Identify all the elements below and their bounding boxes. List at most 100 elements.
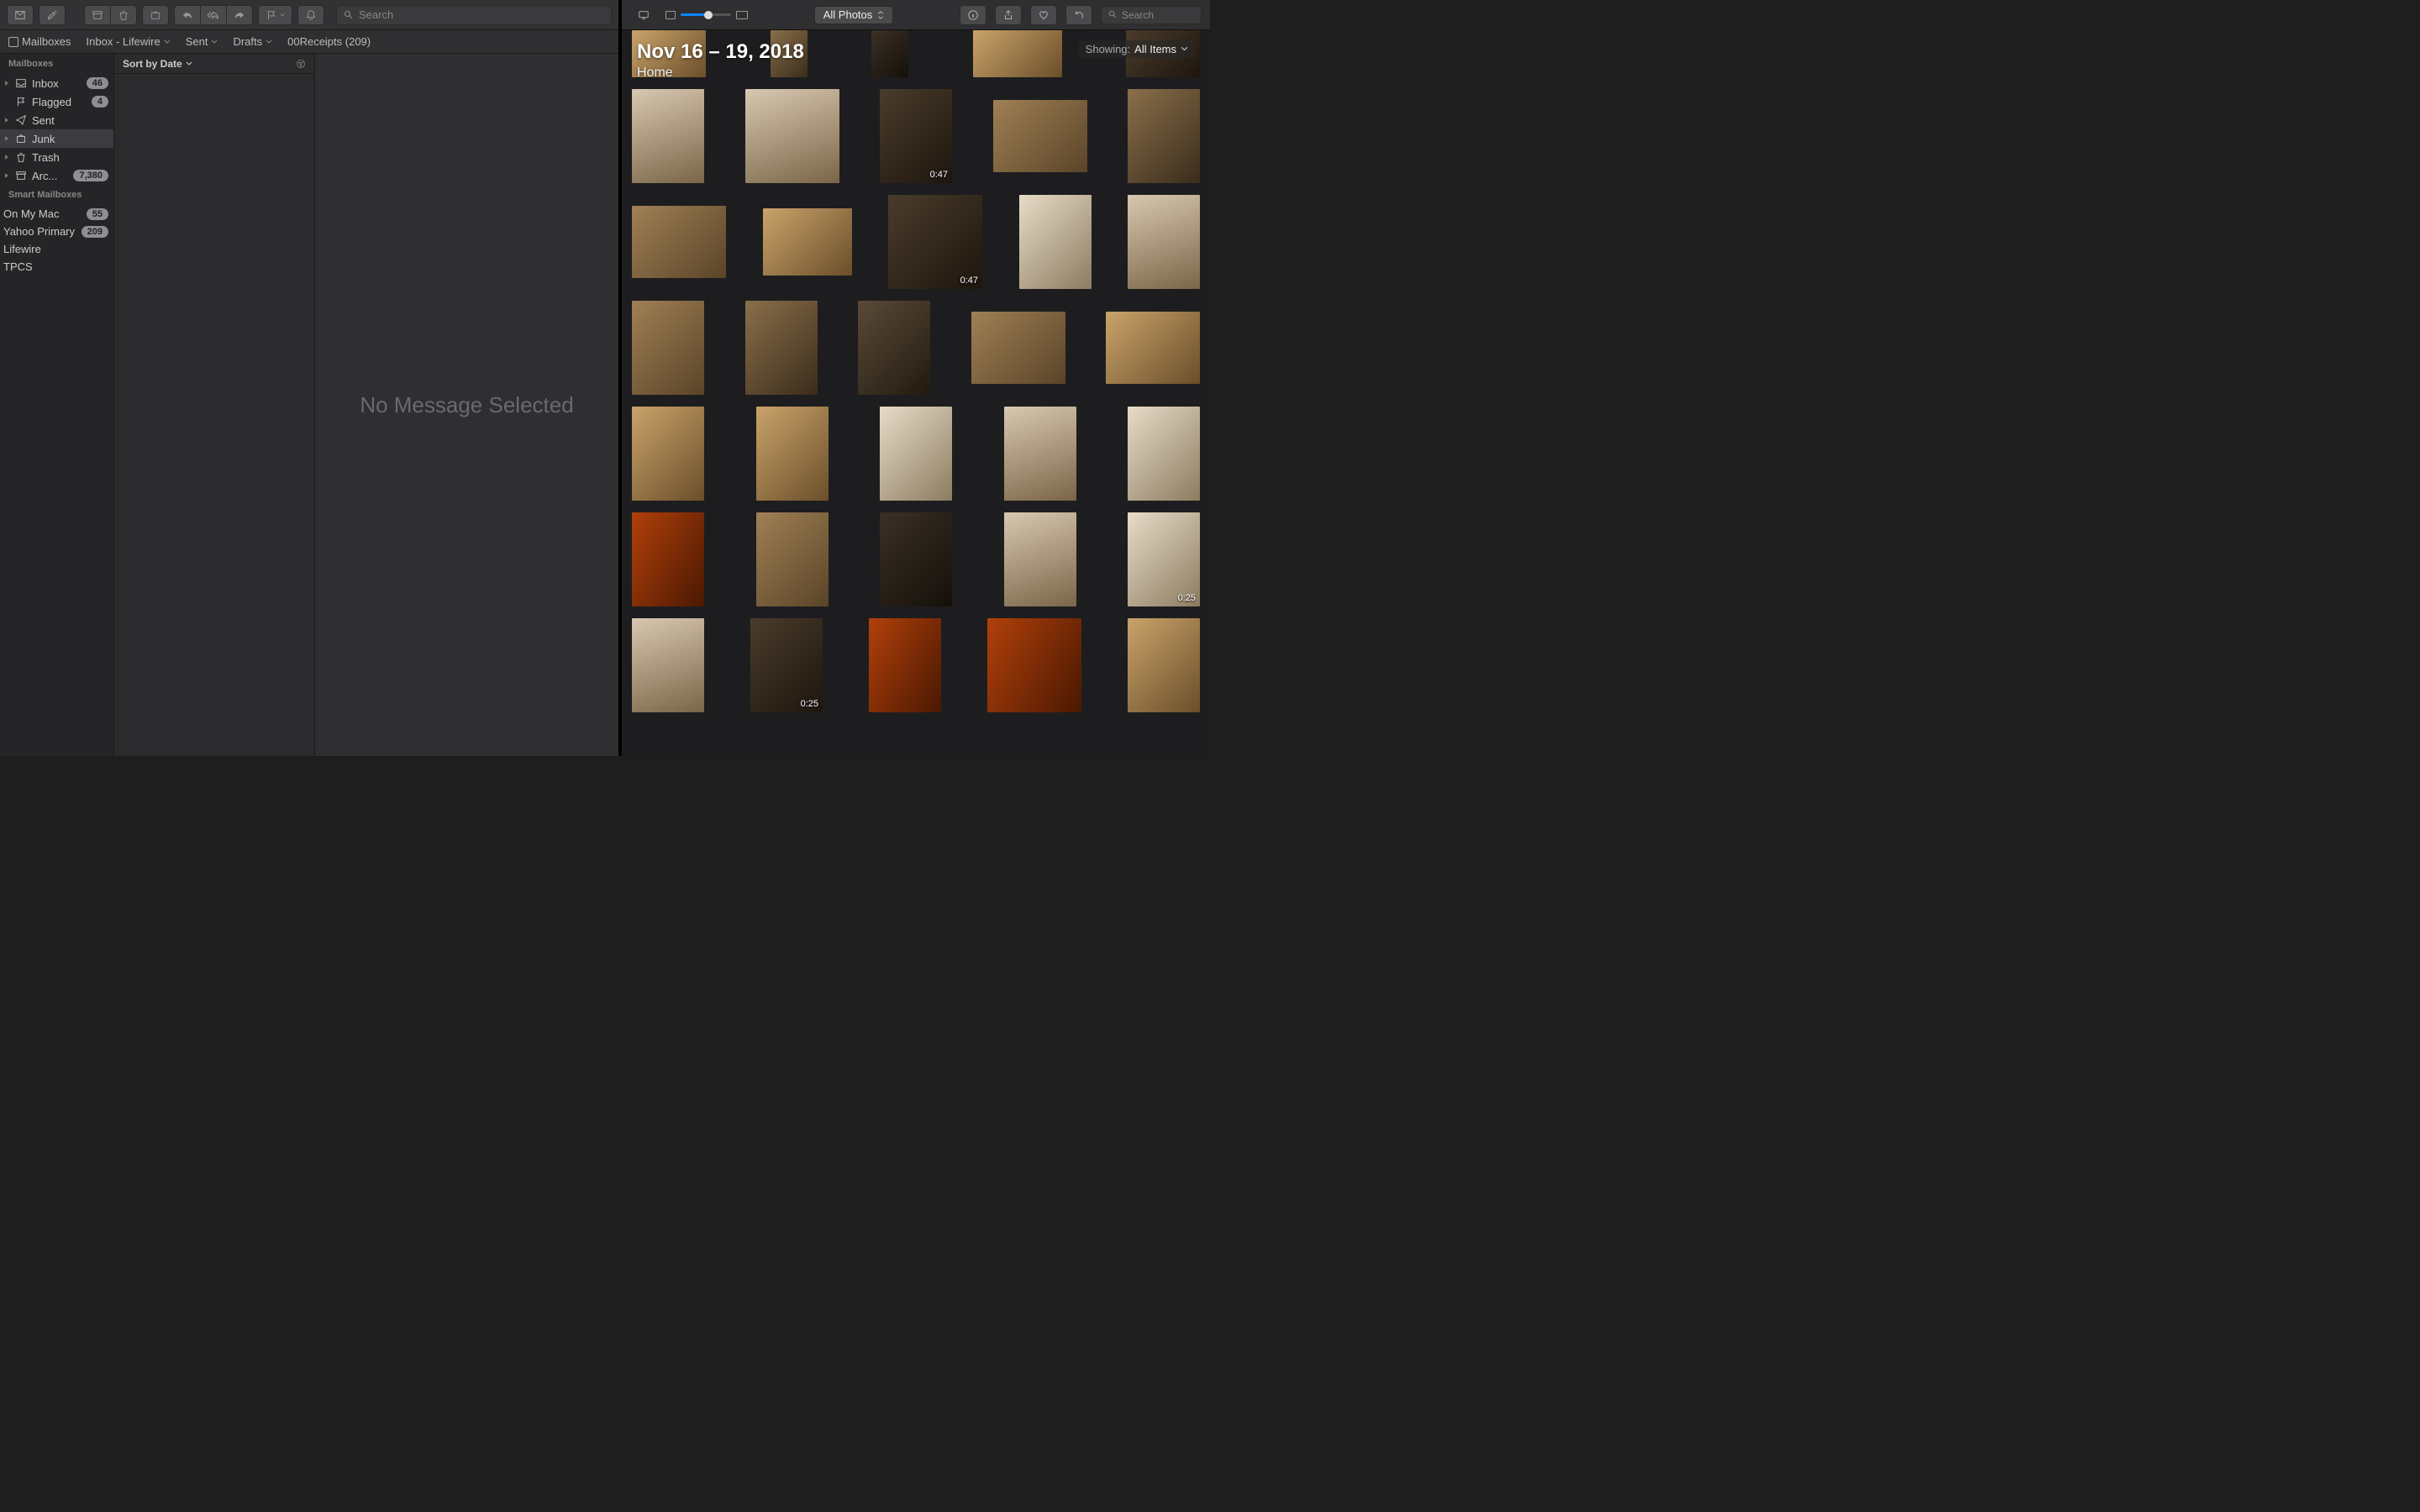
photo-thumbnail[interactable] xyxy=(993,100,1087,172)
photo-thumbnail[interactable] xyxy=(1128,407,1200,501)
photo-thumbnail[interactable] xyxy=(871,30,908,77)
slider-thumb[interactable] xyxy=(704,11,713,19)
delete-button[interactable] xyxy=(111,5,137,25)
photo-thumbnail[interactable] xyxy=(971,312,1065,384)
sidebar-section-mailboxes: Mailboxes xyxy=(0,54,113,74)
video-duration: 0:25 xyxy=(1178,593,1196,603)
photo-thumbnail[interactable] xyxy=(1004,407,1076,501)
photo-thumbnail[interactable] xyxy=(745,301,818,395)
disclosure-icon xyxy=(3,80,10,87)
updown-icon xyxy=(877,11,884,19)
filter-icon[interactable] xyxy=(296,59,306,69)
sidebar-item-inbox[interactable]: Inbox 46 xyxy=(0,74,113,92)
inbox-icon xyxy=(14,76,28,90)
photo-thumbnail[interactable] xyxy=(987,618,1081,712)
get-mail-button[interactable] xyxy=(7,5,34,25)
share-button[interactable] xyxy=(995,5,1022,25)
favorites-sent[interactable]: Sent xyxy=(186,35,218,48)
junk-button[interactable] xyxy=(142,5,169,25)
mail-search-field[interactable]: Search xyxy=(336,5,612,25)
photo-thumbnail[interactable] xyxy=(1004,512,1076,606)
slider-track[interactable] xyxy=(681,13,731,16)
favorites-inbox-lifewire[interactable]: Inbox - Lifewire xyxy=(87,35,171,48)
reply-group xyxy=(174,5,253,25)
photos-app: All Photos Search Nov 16 – 19, 2018 Home… xyxy=(622,0,1210,756)
photo-thumbnail[interactable] xyxy=(869,618,941,712)
flag-button[interactable] xyxy=(258,5,292,25)
forward-button[interactable] xyxy=(227,5,253,25)
sidebar-item-on-my-mac[interactable]: On My Mac 55 xyxy=(0,205,113,223)
info-button[interactable] xyxy=(960,5,986,25)
showing-filter[interactable]: Showing: All Items xyxy=(1079,40,1195,58)
photo-thumbnail[interactable] xyxy=(858,301,930,395)
search-icon xyxy=(1108,10,1118,19)
sidebar-toggle-icon xyxy=(8,37,18,47)
photo-thumbnail[interactable] xyxy=(880,512,952,606)
photo-thumbnail[interactable]: 0:47 xyxy=(888,195,982,289)
sidebar-item-trash[interactable]: Trash xyxy=(0,148,113,166)
photo-thumbnail[interactable] xyxy=(632,206,726,278)
flag-icon xyxy=(266,9,277,21)
favorites-drafts[interactable]: Drafts xyxy=(233,35,272,48)
grid-row xyxy=(632,301,1200,395)
mail-sidebar: Mailboxes Inbox 46 Flagged 4 Sent xyxy=(0,54,113,756)
flag-icon xyxy=(14,95,28,108)
sidebar-item-tpcs[interactable]: TPCS xyxy=(0,258,113,276)
favorites-receipts[interactable]: 00Receipts (209) xyxy=(287,35,371,48)
photo-thumbnail[interactable]: 0:25 xyxy=(1128,512,1200,606)
video-duration: 0:47 xyxy=(960,276,978,286)
sidebar-item-archive[interactable]: Arc... 7,380 xyxy=(0,166,113,185)
photos-filter-dropdown[interactable]: All Photos xyxy=(814,6,894,24)
sidebar-toggle-button[interactable] xyxy=(630,5,657,25)
heart-icon xyxy=(1038,9,1050,21)
sidebar-item-sent[interactable]: Sent xyxy=(0,111,113,129)
photos-search-field[interactable]: Search xyxy=(1101,6,1202,24)
reply-button[interactable] xyxy=(174,5,201,25)
badge: 46 xyxy=(87,77,108,89)
mail-app: Search Mailboxes Inbox - Lifewire Sent D… xyxy=(0,0,618,756)
photo-thumbnail[interactable] xyxy=(973,30,1062,77)
zoom-slider[interactable] xyxy=(666,11,748,19)
photos-grid[interactable]: 0:47 0:47 xyxy=(622,30,1210,756)
grid-row: 0:25 xyxy=(632,512,1200,606)
sidebar-item-flagged[interactable]: Flagged 4 xyxy=(0,92,113,111)
archive-button[interactable] xyxy=(84,5,111,25)
photo-thumbnail[interactable]: 0:25 xyxy=(750,618,823,712)
reply-icon xyxy=(182,9,193,21)
sidebar-item-yahoo-primary[interactable]: Yahoo Primary 209 xyxy=(0,223,113,240)
photo-thumbnail[interactable] xyxy=(763,208,852,276)
sidebar-item-lifewire[interactable]: Lifewire xyxy=(0,240,113,258)
photo-thumbnail[interactable] xyxy=(756,407,829,501)
favorites-mailboxes[interactable]: Mailboxes xyxy=(8,35,71,48)
info-icon xyxy=(967,9,979,21)
photo-thumbnail[interactable] xyxy=(1128,195,1200,289)
photo-thumbnail[interactable] xyxy=(632,512,704,606)
photo-thumbnail[interactable] xyxy=(632,301,704,395)
photo-thumbnail[interactable] xyxy=(1019,195,1092,289)
favorite-button[interactable] xyxy=(1030,5,1057,25)
mute-button[interactable] xyxy=(297,5,324,25)
photo-thumbnail[interactable] xyxy=(632,89,704,183)
compose-button[interactable] xyxy=(39,5,66,25)
photo-thumbnail[interactable] xyxy=(1128,618,1200,712)
empty-message: No Message Selected xyxy=(360,392,573,418)
photo-thumbnail[interactable]: 0:47 xyxy=(880,89,952,183)
badge: 55 xyxy=(87,208,108,220)
rotate-button[interactable] xyxy=(1065,5,1092,25)
grid-row: 0:47 xyxy=(632,195,1200,289)
photo-thumbnail[interactable] xyxy=(756,512,829,606)
envelope-icon xyxy=(14,9,26,21)
photo-thumbnail[interactable] xyxy=(1106,312,1200,384)
sidebar-item-junk[interactable]: Junk xyxy=(0,129,113,148)
photo-thumbnail[interactable] xyxy=(632,618,704,712)
message-list-header[interactable]: Sort by Date xyxy=(114,54,314,74)
trash-icon xyxy=(14,150,28,164)
photo-thumbnail[interactable] xyxy=(1128,89,1200,183)
photo-thumbnail[interactable] xyxy=(880,407,952,501)
junk-icon xyxy=(150,9,161,21)
mail-toolbar: Search xyxy=(0,0,618,30)
grid-row: 0:47 xyxy=(632,89,1200,183)
photo-thumbnail[interactable] xyxy=(632,407,704,501)
reply-all-button[interactable] xyxy=(201,5,227,25)
photo-thumbnail[interactable] xyxy=(745,89,839,183)
